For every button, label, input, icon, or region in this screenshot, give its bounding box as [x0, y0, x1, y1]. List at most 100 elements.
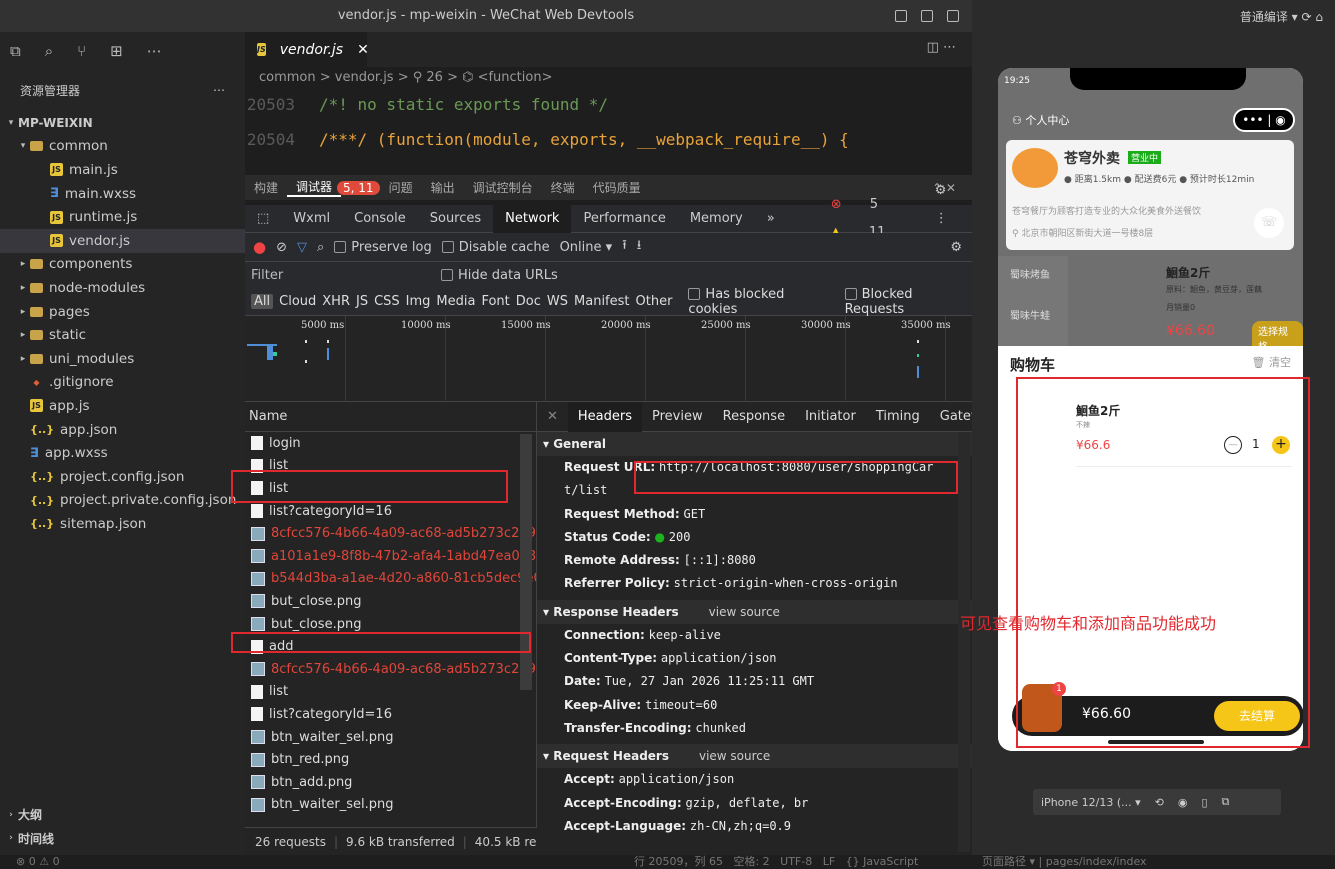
tree-root[interactable]: ▾ MP-WEIXIN — [0, 111, 245, 135]
tab-1[interactable]: 调试器 — [287, 178, 342, 197]
request-row[interactable]: list?categoryId=16 — [245, 500, 536, 523]
outline-section[interactable]: › 大纲 — [0, 803, 245, 827]
search-icon[interactable]: ⌕ — [317, 240, 324, 255]
name-column-header[interactable]: Name — [245, 402, 536, 432]
type-filter-doc[interactable]: Doc — [516, 294, 541, 309]
type-filter-xhr[interactable]: XHR — [322, 294, 350, 309]
type-filter-js[interactable]: JS — [356, 294, 368, 309]
blocked-requests-checkbox[interactable]: Blocked Requests — [844, 287, 972, 317]
window-icon[interactable]: ⧉ — [1222, 795, 1230, 809]
export-icon[interactable]: ⭳ — [637, 236, 642, 258]
type-filter-media[interactable]: Media — [436, 294, 475, 309]
tree-item-app-js[interactable]: JS app.js — [0, 394, 245, 418]
subtab-network[interactable]: Network — [493, 204, 572, 233]
request-row[interactable]: 8cfcc576-4b66-4a09-ac68-ad5b273c2590.png — [245, 522, 536, 545]
request-row[interactable]: login — [245, 432, 536, 455]
request-row[interactable]: btn_add.png — [245, 771, 536, 794]
tab-0[interactable]: 构建 — [245, 179, 287, 196]
tab-2[interactable]: 问题 — [380, 179, 422, 196]
type-filter-cloud[interactable]: Cloud — [279, 294, 316, 309]
throttle-select[interactable]: Online ▾ — [560, 240, 613, 255]
record-icon[interactable]: ● — [253, 238, 266, 256]
detail-tab-preview[interactable]: Preview — [642, 402, 713, 432]
request-row[interactable]: btn_waiter_sel.png — [245, 726, 536, 749]
subtab-wxml[interactable]: Wxml — [281, 205, 342, 233]
request-row[interactable]: b544d3ba-a1ae-4d20-a860-81cb5dec9e03.png — [245, 568, 536, 591]
code-area[interactable]: 20503 /*! no static exports found */ 205… — [245, 89, 972, 167]
tab-3[interactable]: 输出 — [422, 179, 464, 196]
request-row[interactable]: a101a1e9-8f8b-47b2-afa4-1abd47ea0a87.png — [245, 545, 536, 568]
response-headers-section[interactable]: ▾ Response Headers view source — [537, 599, 972, 624]
subtab-sources[interactable]: Sources — [418, 205, 493, 233]
toggle-simulator-icon[interactable] — [947, 10, 959, 22]
detail-tab-initiator[interactable]: Initiator — [795, 402, 866, 432]
view-source-link[interactable]: view source — [699, 749, 770, 763]
has-blocked-cookies-checkbox[interactable]: Has blocked cookies — [688, 287, 832, 317]
type-filter-ws[interactable]: WS — [547, 294, 568, 309]
type-filter-manifest[interactable]: Manifest — [574, 294, 629, 309]
type-filter-img[interactable]: Img — [406, 294, 431, 309]
page-path[interactable]: 页面路径 ▾ | pages/index/index — [982, 855, 1147, 869]
record-icon[interactable]: ◉ — [1178, 796, 1188, 809]
preserve-log-checkbox[interactable]: Preserve log — [334, 240, 432, 255]
tab-vendor-js[interactable]: JS vendor.js ✕ — [245, 32, 369, 67]
toggle-panel-icon[interactable] — [921, 10, 933, 22]
extensions-icon[interactable]: ⊞ — [110, 42, 123, 60]
close-icon[interactable]: ✕ — [357, 42, 369, 58]
hide-data-urls-checkbox[interactable]: Hide data URLs — [441, 268, 558, 283]
phone-call-icon[interactable]: ☏ — [1254, 208, 1284, 238]
device-icon[interactable]: ▯ — [1201, 796, 1207, 809]
timeline-section[interactable]: › 时间线 — [0, 827, 245, 851]
category-item[interactable]: 蜀味牛蛙 — [998, 291, 1068, 338]
detail-tab-timing[interactable]: Timing — [866, 402, 930, 432]
subtab-performance[interactable]: Performance — [571, 205, 677, 233]
source-control-icon[interactable]: ⑂ — [77, 42, 86, 60]
tree-item-runtime-js[interactable]: JS runtime.js — [0, 205, 245, 229]
device-selector[interactable]: iPhone 12/13 (... ▾ ⟲ ◉ ▯ ⧉ — [1033, 789, 1281, 815]
explorer-more-icon[interactable]: ⋯ — [213, 83, 225, 97]
request-headers-section[interactable]: ▾ Request Headers view source — [537, 744, 972, 769]
import-icon[interactable]: ⭱ — [622, 236, 627, 258]
tree-item-project-config-json[interactable]: {..} project.config.json — [0, 465, 245, 489]
request-row[interactable]: btn_waiter_sel.png — [245, 794, 536, 817]
problems-count[interactable]: ⊗ 0 ⚠ 0 — [16, 855, 60, 869]
close-detail-icon[interactable]: ✕ — [537, 402, 568, 432]
general-section[interactable]: ▾ General — [537, 432, 972, 456]
filter-icon[interactable]: ▽ — [297, 240, 307, 255]
type-filter-other[interactable]: Other — [636, 294, 673, 309]
clear-icon[interactable]: ⊘ — [276, 240, 287, 255]
tree-item-project-private-config-json[interactable]: {..} project.private.config.json — [0, 489, 245, 513]
explorer-icon[interactable]: ⧉ — [10, 42, 21, 60]
tree-item-components[interactable]: ▸ components — [0, 253, 245, 277]
split-editor-icon[interactable]: ◫ ⋯ — [927, 40, 956, 55]
tree-item-main-js[interactable]: JS main.js — [0, 158, 245, 182]
request-row[interactable]: list — [245, 681, 536, 704]
subtab-memory[interactable]: Memory — [678, 205, 755, 233]
tree-item--gitignore[interactable]: ◆ .gitignore — [0, 371, 245, 395]
device-name[interactable]: iPhone 12/13 (... ▾ — [1041, 796, 1141, 809]
breadcrumb[interactable]: common > vendor.js > ⚲ 26 > ⌬ <function> — [245, 67, 972, 89]
tree-item-main-wxss[interactable]: ∃ main.wxss — [0, 182, 245, 206]
subtab-[interactable]: » — [755, 205, 787, 233]
tree-item-sitemap-json[interactable]: {..} sitemap.json — [0, 512, 245, 536]
filter-input[interactable]: Filter — [251, 268, 441, 283]
clear-cart-button[interactable]: 🗑 清空 — [1252, 354, 1291, 370]
detail-tab-headers[interactable]: Headers — [567, 402, 643, 432]
subtab-console[interactable]: Console — [342, 205, 418, 233]
more-icon[interactable]: ⋯ — [147, 42, 162, 60]
request-row[interactable]: list?categoryId=16 — [245, 703, 536, 726]
disable-cache-checkbox[interactable]: Disable cache — [441, 240, 550, 255]
detail-scrollbar[interactable] — [958, 432, 970, 852]
toggle-sidebar-icon[interactable] — [895, 10, 907, 22]
tree-item-app-json[interactable]: {..} app.json — [0, 418, 245, 442]
detail-tab-gateway[interactable]: Gateway — [930, 402, 972, 432]
tree-item-pages[interactable]: ▸ pages — [0, 300, 245, 324]
cursor-position[interactable]: 行 20509，列 65 空格: 2 UTF-8 LF {} JavaScrip… — [634, 855, 918, 869]
type-filter-font[interactable]: Font — [481, 294, 509, 309]
tab-5[interactable]: 终端 — [542, 179, 584, 196]
capsule-menu[interactable]: ••• | ◉ — [1233, 108, 1295, 132]
settings-icon[interactable]: ⚙ — [950, 240, 962, 255]
detail-tab-response[interactable]: Response — [713, 402, 795, 432]
search-icon[interactable]: ⌕ — [45, 42, 53, 60]
request-row[interactable]: btn_red.png — [245, 748, 536, 771]
